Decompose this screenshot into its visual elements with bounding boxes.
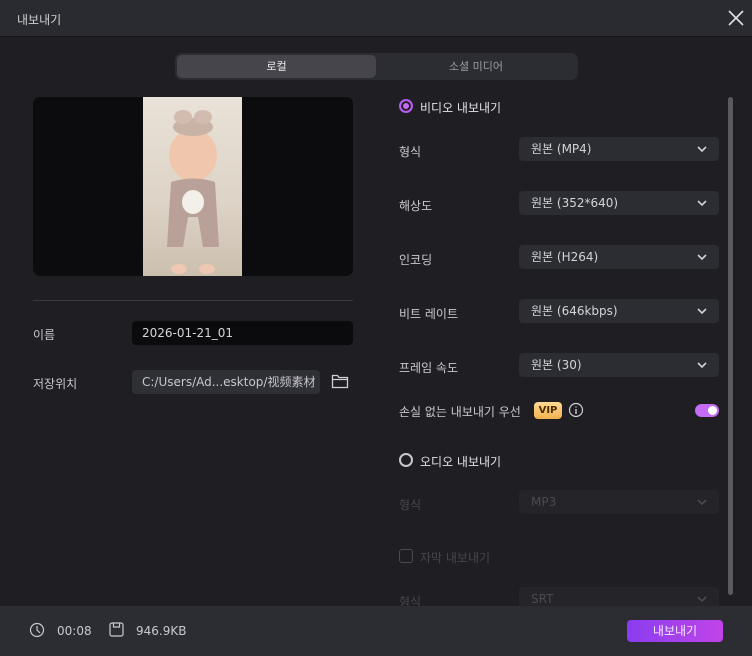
bitrate-dropdown[interactable]: 원본 (646kbps)	[519, 299, 719, 323]
name-label: 이름	[33, 328, 56, 342]
format-dropdown[interactable]: 원본 (MP4)	[519, 137, 719, 161]
video-export-label: 비디오 내보내기	[420, 101, 502, 115]
subtitle-export-checkbox[interactable]	[399, 549, 413, 563]
close-icon[interactable]	[724, 6, 748, 30]
audio-export-radio[interactable]	[399, 453, 413, 467]
chevron-down-icon	[697, 362, 707, 369]
dropdown-value: SRT	[531, 592, 554, 606]
folder-icon[interactable]	[331, 373, 349, 389]
chevron-down-icon	[697, 308, 707, 315]
tab-group: 로컬 소셜 미디어	[175, 53, 578, 80]
video-preview	[33, 97, 353, 276]
toggle-knob	[708, 406, 717, 415]
resolution-dropdown[interactable]: 원본 (352*640)	[519, 191, 719, 215]
audio-format-label: 형식	[399, 498, 422, 512]
scrollbar[interactable]	[728, 97, 733, 595]
file-size-text: 946.9KB	[136, 624, 187, 638]
resolution-label: 해상도	[399, 199, 433, 213]
bitrate-label: 비트 레이트	[399, 307, 459, 321]
chevron-down-icon	[697, 254, 707, 261]
preview-thumbnail	[143, 97, 242, 276]
video-export-radio[interactable]	[399, 99, 413, 113]
framerate-label: 프레임 속도	[399, 361, 459, 375]
tab-social-media[interactable]: 소셜 미디어	[376, 55, 576, 78]
vip-badge: VIP	[534, 402, 562, 419]
clock-icon	[29, 622, 45, 638]
file-size-icon	[109, 622, 124, 637]
subtitle-export-label: 자막 내보내기	[420, 551, 491, 565]
chevron-down-icon	[697, 146, 707, 153]
chevron-down-icon	[697, 596, 707, 603]
encoding-label: 인코딩	[399, 253, 433, 267]
dropdown-value: 원본 (MP4)	[531, 142, 592, 156]
audio-export-label: 오디오 내보내기	[420, 455, 502, 469]
dropdown-value: 원본 (646kbps)	[531, 304, 618, 318]
encoding-dropdown[interactable]: 원본 (H264)	[519, 245, 719, 269]
chevron-down-icon	[697, 200, 707, 207]
framerate-dropdown[interactable]: 원본 (30)	[519, 353, 719, 377]
lossless-export-label: 손실 없는 내보내기 우선	[399, 405, 521, 419]
dropdown-value: MP3	[531, 495, 557, 509]
location-label: 저장위치	[33, 377, 78, 391]
duration-text: 00:08	[57, 624, 92, 638]
audio-format-dropdown[interactable]: MP3	[519, 490, 719, 514]
title-bar: 내보내기	[0, 0, 752, 37]
format-label: 형식	[399, 145, 422, 159]
export-button[interactable]: 내보내기	[627, 620, 723, 642]
file-name-input[interactable]: 2026-01-21_01	[132, 321, 353, 345]
lossless-toggle[interactable]	[695, 404, 719, 417]
window-title: 내보내기	[17, 13, 62, 27]
dropdown-value: 원본 (30)	[531, 358, 582, 372]
tab-local[interactable]: 로컬	[177, 55, 376, 78]
info-icon[interactable]	[568, 402, 584, 418]
chevron-down-icon	[697, 499, 707, 506]
dropdown-value: 원본 (H264)	[531, 250, 599, 264]
dropdown-value: 원본 (352*640)	[531, 196, 619, 210]
divider	[33, 300, 353, 301]
save-location-input[interactable]: C:/Users/Ad...esktop/视频素材	[132, 370, 320, 394]
